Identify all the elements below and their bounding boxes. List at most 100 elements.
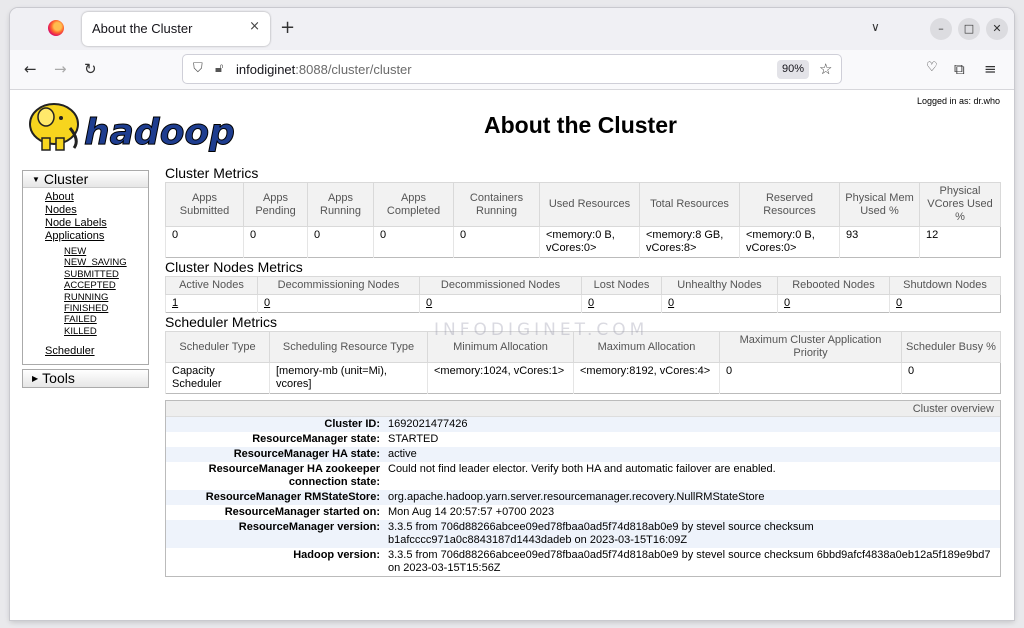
th-shutdown-nodes: Shutdown Nodes bbox=[889, 276, 1001, 295]
ov-value: org.apache.hadoop.yarn.server.resourcema… bbox=[384, 490, 1000, 505]
sidebar-tools-label: Tools bbox=[42, 370, 75, 387]
sidebar-link-node-labels[interactable]: Node Labels bbox=[45, 217, 148, 230]
firefox-view-icon[interactable] bbox=[48, 20, 64, 36]
app-state-new[interactable]: NEW bbox=[64, 246, 148, 257]
cluster-metrics-title: Cluster Metrics bbox=[165, 165, 259, 181]
url-bar[interactable]: ⛉ 🔓︎ infodiginet:8088/cluster/cluster 90… bbox=[182, 54, 842, 84]
pocket-icon[interactable]: ♡ bbox=[926, 60, 938, 75]
ov-value: STARTED bbox=[388, 433, 439, 445]
th-lost-nodes: Lost Nodes bbox=[581, 276, 662, 295]
sidebar-link-scheduler[interactable]: Scheduler bbox=[45, 345, 148, 358]
cell-minimum-allocation: <memory:1024, vCores:1> bbox=[427, 362, 574, 394]
th-decommissioning-nodes: Decommissioning Nodes bbox=[257, 276, 420, 295]
table-row: ResourceManager RMStateStore: org.apache.… bbox=[166, 490, 1000, 505]
th-scheduler-type: Scheduler Type bbox=[165, 331, 270, 363]
cluster-overview-table: Cluster ID: 1692021477426 ResourceManager… bbox=[166, 417, 1000, 576]
table-row: ResourceManager HA zookeeper connection … bbox=[166, 462, 1000, 490]
link-lost-nodes[interactable]: 0 bbox=[588, 297, 594, 309]
ov-key: ResourceManager version: bbox=[166, 520, 384, 548]
cell-total-resources: <memory:8 GB, vCores:8> bbox=[639, 226, 740, 258]
cluster-overview-header: Cluster overview bbox=[166, 401, 1000, 417]
cell-scheduling-resource-type: [memory-mb (unit=Mi), vcores] bbox=[269, 362, 428, 394]
link-active-nodes[interactable]: 1 bbox=[172, 297, 178, 309]
sidebar-tools-header[interactable]: ▶ Tools bbox=[23, 370, 148, 388]
ov-value: Could not find leader elector. Verify bo… bbox=[388, 463, 776, 475]
th-apps-completed: Apps Completed bbox=[373, 182, 454, 227]
app-state-running[interactable]: RUNNING bbox=[64, 292, 148, 303]
sidebar-link-about[interactable]: About bbox=[45, 191, 148, 204]
sidebar-cluster-header[interactable]: ▼ Cluster bbox=[23, 171, 148, 188]
ov-value: 3.3.5 from 706d88266abcee09ed78fbaa0ad5f… bbox=[384, 520, 1000, 548]
zoom-level[interactable]: 90% bbox=[777, 60, 809, 79]
scheduler-metrics-table: Scheduler Type Scheduling Resource Type … bbox=[165, 331, 1001, 394]
bookmark-star-icon[interactable]: ☆ bbox=[819, 60, 832, 78]
page-title: About the Cluster bbox=[484, 112, 677, 138]
link-unhealthy-nodes[interactable]: 0 bbox=[668, 297, 674, 309]
cell-containers-running: 0 bbox=[453, 226, 540, 258]
th-rebooted-nodes: Rebooted Nodes bbox=[777, 276, 890, 295]
menu-icon[interactable]: ≡ bbox=[984, 60, 997, 78]
cluster-overview-panel: Cluster overview Cluster ID: 169202147742… bbox=[165, 400, 1001, 577]
cell-physical-mem-used: 93 bbox=[839, 226, 920, 258]
node-metrics-table: Active Nodes Decommissioning Nodes Decom… bbox=[165, 276, 1001, 313]
navigation-bar: ← → ↻ ⛉ 🔓︎ infodiginet:8088/cluster/clus… bbox=[10, 50, 1014, 90]
th-apps-running: Apps Running bbox=[307, 182, 374, 227]
th-decommissioned-nodes: Decommissioned Nodes bbox=[419, 276, 582, 295]
app-state-submitted[interactable]: SUBMITTED bbox=[64, 269, 148, 280]
link-decommissioned-nodes[interactable]: 0 bbox=[426, 297, 432, 309]
tab-about-cluster[interactable]: About the Cluster × bbox=[82, 12, 270, 46]
app-state-failed[interactable]: FAILED bbox=[64, 314, 148, 325]
forward-icon[interactable]: → bbox=[54, 60, 67, 78]
ov-key: ResourceManager state: bbox=[252, 433, 380, 445]
ov-key: ResourceManager RMStateStore: bbox=[166, 490, 384, 505]
sidebar-tools-section: ▶ Tools bbox=[22, 369, 149, 389]
back-icon[interactable]: ← bbox=[24, 60, 37, 78]
table-row: ResourceManager state: STARTED bbox=[166, 432, 1000, 447]
ov-value: Mon Aug 14 20:57:57 +0700 2023 bbox=[388, 506, 555, 518]
th-reserved-resources: Reserved Resources bbox=[739, 182, 840, 227]
app-state-new-saving[interactable]: NEW_SAVING bbox=[64, 257, 148, 268]
triangle-down-icon: ▼ bbox=[32, 175, 40, 184]
tab-list-chevron-icon[interactable]: ∨ bbox=[871, 20, 880, 34]
app-state-killed[interactable]: KILLED bbox=[64, 326, 148, 337]
link-decommissioning-nodes[interactable]: 0 bbox=[264, 297, 270, 309]
sidebar-link-applications[interactable]: Applications bbox=[45, 230, 148, 243]
th-physical-vcores-used: Physical VCores Used % bbox=[919, 182, 1001, 227]
lock-insecure-icon[interactable]: 🔓︎ bbox=[215, 61, 223, 76]
table-row: 1 0 0 0 0 0 0 bbox=[165, 294, 1001, 313]
cell-apps-submitted: 0 bbox=[165, 226, 244, 258]
reload-icon[interactable]: ↻ bbox=[84, 60, 97, 78]
maximize-icon[interactable]: □ bbox=[958, 18, 980, 40]
app-state-finished[interactable]: FINISHED bbox=[64, 303, 148, 314]
extensions-icon[interactable]: ⧉ bbox=[954, 60, 965, 78]
hadoop-logo[interactable]: hadoop bbox=[24, 98, 250, 154]
ov-value: active bbox=[384, 447, 1000, 462]
ov-key: ResourceManager HA zookeeper connection … bbox=[208, 463, 380, 488]
minimize-icon[interactable]: – bbox=[930, 18, 952, 40]
th-scheduling-resource-type: Scheduling Resource Type bbox=[269, 331, 428, 363]
shield-icon[interactable]: ⛉ bbox=[193, 61, 203, 76]
tab-bar: About the Cluster × + ∨ – □ ✕ bbox=[10, 8, 1014, 50]
cell-scheduler-type: Capacity Scheduler bbox=[165, 362, 270, 394]
link-shutdown-nodes[interactable]: 0 bbox=[896, 297, 902, 309]
link-rebooted-nodes[interactable]: 0 bbox=[784, 297, 790, 309]
th-physical-mem-used: Physical Mem Used % bbox=[839, 182, 920, 227]
ov-key: ResourceManager started on: bbox=[224, 506, 380, 518]
th-apps-submitted: Apps Submitted bbox=[165, 182, 244, 227]
table-row: Cluster ID: 1692021477426 bbox=[166, 417, 1000, 432]
ov-value: 1692021477426 bbox=[384, 417, 1000, 432]
th-active-nodes: Active Nodes bbox=[165, 276, 258, 295]
url-host: infodiginet bbox=[236, 62, 296, 77]
app-state-accepted[interactable]: ACCEPTED bbox=[64, 280, 148, 291]
tab-close-icon[interactable]: × bbox=[249, 19, 260, 34]
cell-apps-running: 0 bbox=[307, 226, 374, 258]
page-content: hadoop About the Cluster Logged in as: d… bbox=[10, 90, 1014, 620]
table-row: 0 0 0 0 0 <memory:0 B, vCores:0> <memory… bbox=[165, 226, 1001, 258]
url-text[interactable]: infodiginet:8088/cluster/cluster bbox=[236, 62, 412, 77]
new-tab-icon[interactable]: + bbox=[280, 17, 295, 38]
sidebar-link-nodes[interactable]: Nodes bbox=[45, 204, 148, 217]
url-path: :8088/cluster/cluster bbox=[295, 62, 412, 77]
table-row: ResourceManager HA state: active bbox=[166, 447, 1000, 462]
close-window-icon[interactable]: ✕ bbox=[986, 18, 1008, 40]
table-row: Capacity Scheduler [memory-mb (unit=Mi),… bbox=[165, 362, 1001, 394]
